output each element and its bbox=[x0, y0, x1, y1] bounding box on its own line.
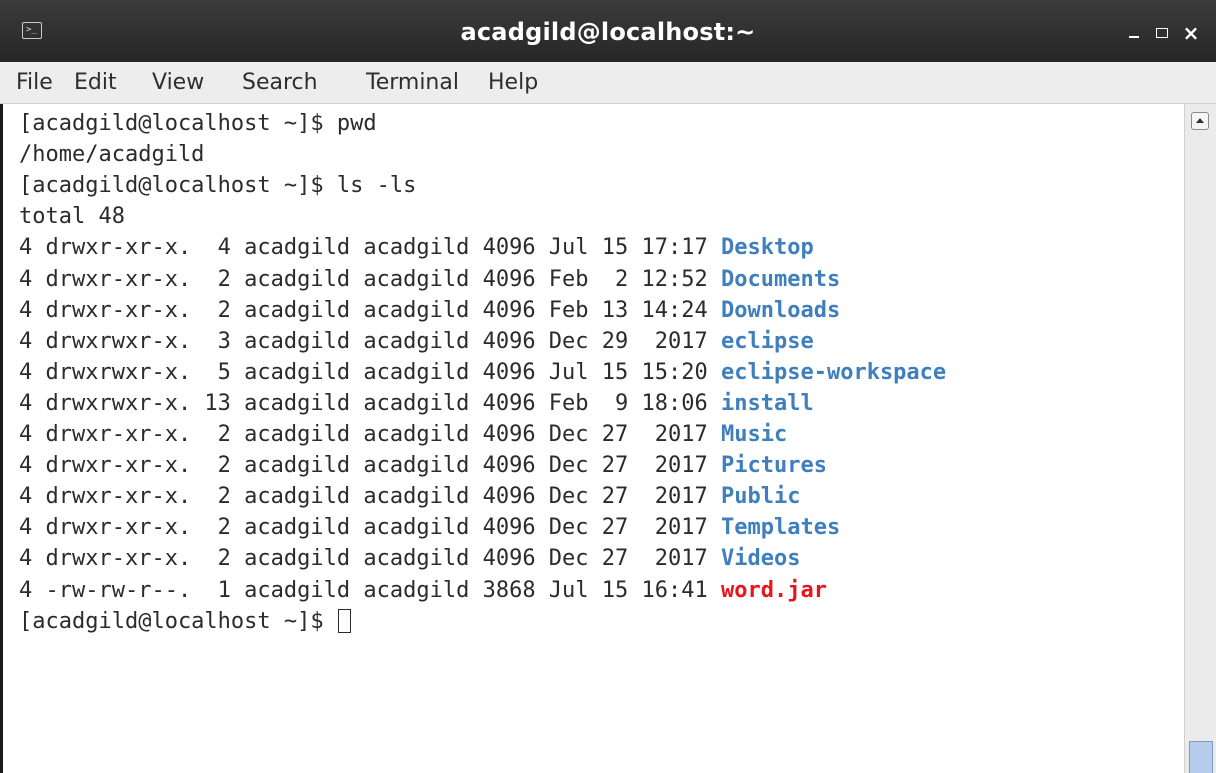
line-text: 4 drwxr-xr-x. 2 acadgild acadgild 4096 D… bbox=[19, 546, 721, 572]
terminal-line: 4 drwxr-xr-x. 2 acadgild acadgild 4096 D… bbox=[19, 419, 787, 450]
menu-search[interactable]: Search bbox=[242, 70, 318, 96]
terminal-line: 4 -rw-rw-r--. 1 acadgild acadgild 3868 J… bbox=[19, 575, 827, 606]
terminal-line: 4 drwxr-xr-x. 2 acadgild acadgild 4096 D… bbox=[19, 512, 840, 543]
directory-name: Music bbox=[721, 422, 788, 447]
line-text: 4 drwxr-xr-x. 2 acadgild acadgild 4096 D… bbox=[19, 484, 721, 510]
line-text: /home/acadgild bbox=[19, 142, 205, 168]
directory-name: Desktop bbox=[721, 235, 814, 261]
terminal-output[interactable]: [acadgild@localhost ~]$ pwd/home/acadgil… bbox=[0, 104, 1184, 773]
menu-view[interactable]: View bbox=[152, 70, 204, 96]
text-cursor bbox=[337, 608, 351, 633]
line-text: 4 drwxrwxr-x. 13 acadgild acadgild 4096 … bbox=[19, 390, 721, 416]
terminal-line: 4 drwxr-xr-x. 2 acadgild acadgild 4096 D… bbox=[19, 481, 800, 512]
line-text: 4 drwxr-xr-x. 4 acadgild acadgild 4096 J… bbox=[19, 235, 721, 261]
close-icon[interactable]: × bbox=[1180, 22, 1202, 44]
terminal-window: >_ acadgild@localhost:~ × File Edit View… bbox=[0, 0, 1216, 773]
terminal-line: 4 drwxr-xr-x. 2 acadgild acadgild 4096 D… bbox=[19, 543, 800, 574]
terminal-line: total 48 bbox=[19, 201, 125, 232]
terminal-line: /home/acadgild bbox=[19, 139, 204, 170]
terminal-line: [acadgild@localhost ~]$ ls -ls bbox=[19, 170, 416, 201]
line-text: [acadgild@localhost ~]$ ls -ls bbox=[19, 173, 417, 199]
directory-name: Videos bbox=[721, 546, 801, 572]
directory-name: Downloads bbox=[721, 297, 841, 323]
line-text: 4 drwxrwxr-x. 5 acadgild acadgild 4096 J… bbox=[19, 359, 721, 385]
terminal-line: [acadgild@localhost ~]$ pwd bbox=[19, 108, 377, 139]
maximize-icon[interactable] bbox=[1152, 22, 1174, 44]
directory-name: Documents bbox=[721, 266, 841, 292]
line-text: [acadgild@localhost ~]$ pwd bbox=[19, 111, 377, 136]
terminal-line: 4 drwxr-xr-x. 2 acadgild acadgild 4096 F… bbox=[19, 295, 840, 326]
directory-name: install bbox=[721, 390, 814, 416]
vertical-scrollbar[interactable] bbox=[1184, 104, 1216, 773]
line-text: 4 drwxr-xr-x. 2 acadgild acadgild 4096 F… bbox=[19, 297, 721, 323]
menu-help[interactable]: Help bbox=[488, 70, 538, 96]
directory-name: Public bbox=[721, 484, 801, 510]
menu-edit[interactable]: Edit bbox=[74, 70, 117, 96]
minimize-icon[interactable] bbox=[1124, 22, 1146, 44]
menu-file[interactable]: File bbox=[16, 70, 53, 96]
scrollbar-thumb[interactable] bbox=[1189, 741, 1213, 773]
line-text: 4 drwxrwxr-x. 3 acadgild acadgild 4096 D… bbox=[19, 328, 721, 354]
line-text: total 48 bbox=[19, 204, 125, 230]
terminal-line: 4 drwxr-xr-x. 2 acadgild acadgild 4096 F… bbox=[19, 264, 840, 295]
directory-name: Templates bbox=[721, 515, 841, 541]
terminal-line: 4 drwxrwxr-x. 5 acadgild acadgild 4096 J… bbox=[19, 357, 946, 388]
menu-terminal[interactable]: Terminal bbox=[366, 70, 459, 96]
directory-name: eclipse-workspace bbox=[721, 359, 947, 385]
title-bar[interactable]: >_ acadgild@localhost:~ × bbox=[0, 0, 1216, 62]
line-text: [acadgild@localhost ~]$ bbox=[19, 608, 337, 634]
terminal-line: 4 drwxr-xr-x. 2 acadgild acadgild 4096 D… bbox=[19, 450, 827, 481]
window-title: acadgild@localhost:~ bbox=[460, 18, 756, 46]
terminal-line: 4 drwxrwxr-x. 3 acadgild acadgild 4096 D… bbox=[19, 326, 814, 357]
menu-bar: File Edit View Search Terminal Help bbox=[0, 62, 1216, 104]
file-name: word.jar bbox=[721, 577, 827, 603]
line-text: 4 drwxr-xr-x. 2 acadgild acadgild 4096 F… bbox=[19, 266, 721, 292]
line-text: 4 drwxr-xr-x. 2 acadgild acadgild 4096 D… bbox=[19, 422, 721, 447]
line-text: 4 drwxr-xr-x. 2 acadgild acadgild 4096 D… bbox=[19, 453, 721, 479]
terminal-line: [acadgild@localhost ~]$ bbox=[19, 606, 351, 637]
terminal-line: 4 drwxrwxr-x. 13 acadgild acadgild 4096 … bbox=[19, 388, 814, 419]
terminal-line: 4 drwxr-xr-x. 4 acadgild acadgild 4096 J… bbox=[19, 232, 814, 263]
directory-name: Pictures bbox=[721, 453, 827, 479]
directory-name: eclipse bbox=[721, 328, 814, 354]
scroll-up-arrow-icon[interactable] bbox=[1191, 112, 1209, 130]
line-text: 4 drwxr-xr-x. 2 acadgild acadgild 4096 D… bbox=[19, 515, 721, 541]
line-text: 4 -rw-rw-r--. 1 acadgild acadgild 3868 J… bbox=[19, 577, 721, 603]
